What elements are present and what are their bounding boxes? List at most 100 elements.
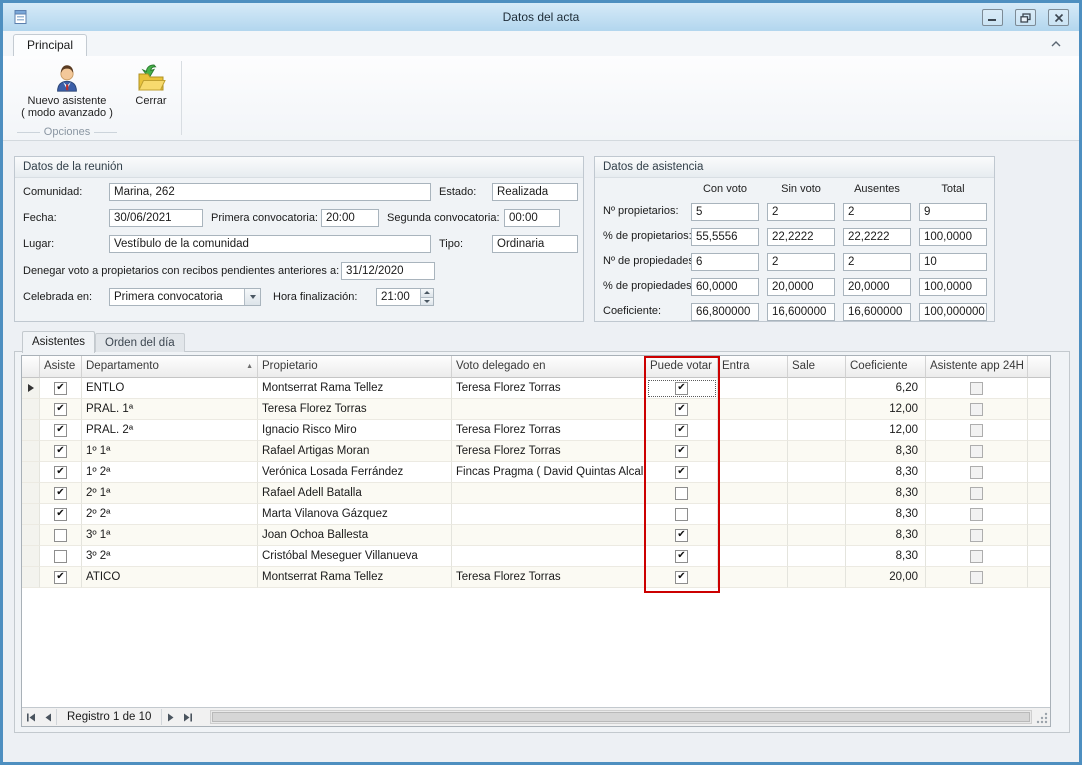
cell-entra[interactable] bbox=[718, 462, 788, 483]
cell-app-24h[interactable] bbox=[926, 504, 1028, 525]
puede-votar-checkbox[interactable]: ✔ bbox=[675, 382, 688, 395]
cell-app-24h[interactable] bbox=[926, 399, 1028, 420]
cell-propietario[interactable]: Cristóbal Meseguer Villanueva bbox=[258, 546, 452, 567]
cell-voto-delegado[interactable] bbox=[452, 399, 646, 420]
table-row[interactable]: ✔ENTLOMontserrat Rama TellezTeresa Flore… bbox=[22, 378, 1050, 399]
cell-propietario[interactable]: Ignacio Risco Miro bbox=[258, 420, 452, 441]
cell-asiste[interactable]: ✔ bbox=[40, 378, 82, 399]
cell-asiste[interactable]: ✔ bbox=[40, 441, 82, 462]
primera-convocatoria-input[interactable]: 20:00 bbox=[321, 209, 379, 227]
cell-voto-delegado[interactable]: Teresa Florez Torras bbox=[452, 378, 646, 399]
estado-input[interactable]: Realizada bbox=[492, 183, 578, 201]
column-header-propietario[interactable]: Propietario bbox=[258, 356, 452, 378]
table-row[interactable]: 3º 2ªCristóbal Meseguer Villanueva✔8,30 bbox=[22, 546, 1050, 567]
cell-asiste[interactable]: ✔ bbox=[40, 420, 82, 441]
cell-voto-delegado[interactable]: Teresa Florez Torras bbox=[452, 420, 646, 441]
cell-puede-votar[interactable]: ✔ bbox=[646, 378, 718, 399]
cell-voto-delegado[interactable]: Fincas Pragma ( David Quintas Alcal... bbox=[452, 462, 646, 483]
cell-coeficiente[interactable]: 8,30 bbox=[846, 546, 926, 567]
close-button[interactable] bbox=[1048, 9, 1069, 26]
app24h-checkbox[interactable] bbox=[970, 571, 983, 584]
asiste-checkbox[interactable]: ✔ bbox=[54, 382, 67, 395]
cell-sale[interactable] bbox=[788, 546, 846, 567]
column-header-asiste[interactable]: Asiste bbox=[40, 356, 82, 378]
row-indicator-cell[interactable] bbox=[22, 420, 40, 441]
cell-sale[interactable] bbox=[788, 483, 846, 504]
asiste-checkbox[interactable]: ✔ bbox=[54, 424, 67, 437]
tipo-input[interactable]: Ordinaria bbox=[492, 235, 578, 253]
cell-coeficiente[interactable]: 8,30 bbox=[846, 525, 926, 546]
column-header-entra[interactable]: Entra bbox=[718, 356, 788, 378]
cell-sale[interactable] bbox=[788, 504, 846, 525]
last-record-button[interactable] bbox=[179, 709, 196, 725]
cell-entra[interactable] bbox=[718, 483, 788, 504]
next-record-button[interactable] bbox=[162, 709, 179, 725]
cell-entra[interactable] bbox=[718, 441, 788, 462]
cell-propietario[interactable]: Marta Vilanova Gázquez bbox=[258, 504, 452, 525]
app24h-checkbox[interactable] bbox=[970, 466, 983, 479]
table-row[interactable]: ✔PRAL. 1ªTeresa Florez Torras✔12,00 bbox=[22, 399, 1050, 420]
column-header-sale[interactable]: Sale bbox=[788, 356, 846, 378]
ribbon-tab-principal[interactable]: Principal bbox=[13, 34, 87, 56]
attendance-value-field[interactable]: 22,2222 bbox=[767, 228, 835, 246]
cell-sale[interactable] bbox=[788, 399, 846, 420]
asiste-checkbox[interactable]: ✔ bbox=[54, 487, 67, 500]
puede-votar-checkbox[interactable]: ✔ bbox=[675, 424, 688, 437]
attendance-value-field[interactable]: 100,0000 bbox=[919, 278, 987, 296]
cell-asiste[interactable] bbox=[40, 525, 82, 546]
cell-app-24h[interactable] bbox=[926, 378, 1028, 399]
asiste-checkbox[interactable]: ✔ bbox=[54, 508, 67, 521]
cell-asiste[interactable] bbox=[40, 546, 82, 567]
cell-propietario[interactable]: Verónica Losada Ferrández bbox=[258, 462, 452, 483]
table-row[interactable]: ✔ATICOMontserrat Rama TellezTeresa Flore… bbox=[22, 567, 1050, 588]
table-row[interactable]: ✔2º 1ªRafael Adell Batalla8,30 bbox=[22, 483, 1050, 504]
cell-asiste[interactable]: ✔ bbox=[40, 483, 82, 504]
cell-coeficiente[interactable]: 8,30 bbox=[846, 441, 926, 462]
cell-app-24h[interactable] bbox=[926, 462, 1028, 483]
cell-voto-delegado[interactable] bbox=[452, 546, 646, 567]
cell-coeficiente[interactable]: 6,20 bbox=[846, 378, 926, 399]
cell-departamento[interactable]: 3º 1ª bbox=[82, 525, 258, 546]
app24h-checkbox[interactable] bbox=[970, 424, 983, 437]
cell-voto-delegado[interactable] bbox=[452, 525, 646, 546]
attendance-value-field[interactable]: 2 bbox=[843, 203, 911, 221]
tab-orden-del-dia[interactable]: Orden del día bbox=[95, 333, 185, 352]
cell-puede-votar[interactable]: ✔ bbox=[646, 441, 718, 462]
celebrada-select[interactable]: Primera convocatoria bbox=[109, 288, 261, 306]
table-row[interactable]: ✔PRAL. 2ªIgnacio Risco MiroTeresa Florez… bbox=[22, 420, 1050, 441]
cell-sale[interactable] bbox=[788, 567, 846, 588]
cell-entra[interactable] bbox=[718, 525, 788, 546]
attendance-value-field[interactable]: 16,600000 bbox=[767, 303, 835, 321]
maximize-button[interactable] bbox=[1015, 9, 1036, 26]
app24h-checkbox[interactable] bbox=[970, 382, 983, 395]
hora-finalizacion-spinner[interactable]: 21:00 bbox=[376, 288, 434, 306]
cell-app-24h[interactable] bbox=[926, 441, 1028, 462]
cell-propietario[interactable]: Joan Ochoa Ballesta bbox=[258, 525, 452, 546]
cell-propietario[interactable]: Teresa Florez Torras bbox=[258, 399, 452, 420]
cell-asiste[interactable]: ✔ bbox=[40, 504, 82, 525]
attendance-value-field[interactable]: 6 bbox=[691, 253, 759, 271]
cell-app-24h[interactable] bbox=[926, 483, 1028, 504]
row-indicator-cell[interactable] bbox=[22, 525, 40, 546]
column-header-voto[interactable]: Voto delegado en bbox=[452, 356, 646, 378]
cell-sale[interactable] bbox=[788, 420, 846, 441]
cell-voto-delegado[interactable] bbox=[452, 504, 646, 525]
table-row[interactable]: 3º 1ªJoan Ochoa Ballesta✔8,30 bbox=[22, 525, 1050, 546]
asiste-checkbox[interactable] bbox=[54, 550, 67, 563]
cell-entra[interactable] bbox=[718, 420, 788, 441]
spinner-buttons[interactable] bbox=[420, 289, 433, 305]
attendance-value-field[interactable]: 20,0000 bbox=[767, 278, 835, 296]
attendance-value-field[interactable]: 9 bbox=[919, 203, 987, 221]
app24h-checkbox[interactable] bbox=[970, 529, 983, 542]
spin-up-icon[interactable] bbox=[420, 289, 433, 297]
table-row[interactable]: ✔2º 2ªMarta Vilanova Gázquez8,30 bbox=[22, 504, 1050, 525]
cell-entra[interactable] bbox=[718, 567, 788, 588]
cell-entra[interactable] bbox=[718, 378, 788, 399]
row-indicator-cell[interactable] bbox=[22, 378, 40, 399]
cell-departamento[interactable]: 1º 2ª bbox=[82, 462, 258, 483]
attendance-value-field[interactable]: 5 bbox=[691, 203, 759, 221]
row-indicator-cell[interactable] bbox=[22, 399, 40, 420]
cell-coeficiente[interactable]: 20,00 bbox=[846, 567, 926, 588]
puede-votar-checkbox[interactable]: ✔ bbox=[675, 550, 688, 563]
cell-app-24h[interactable] bbox=[926, 567, 1028, 588]
